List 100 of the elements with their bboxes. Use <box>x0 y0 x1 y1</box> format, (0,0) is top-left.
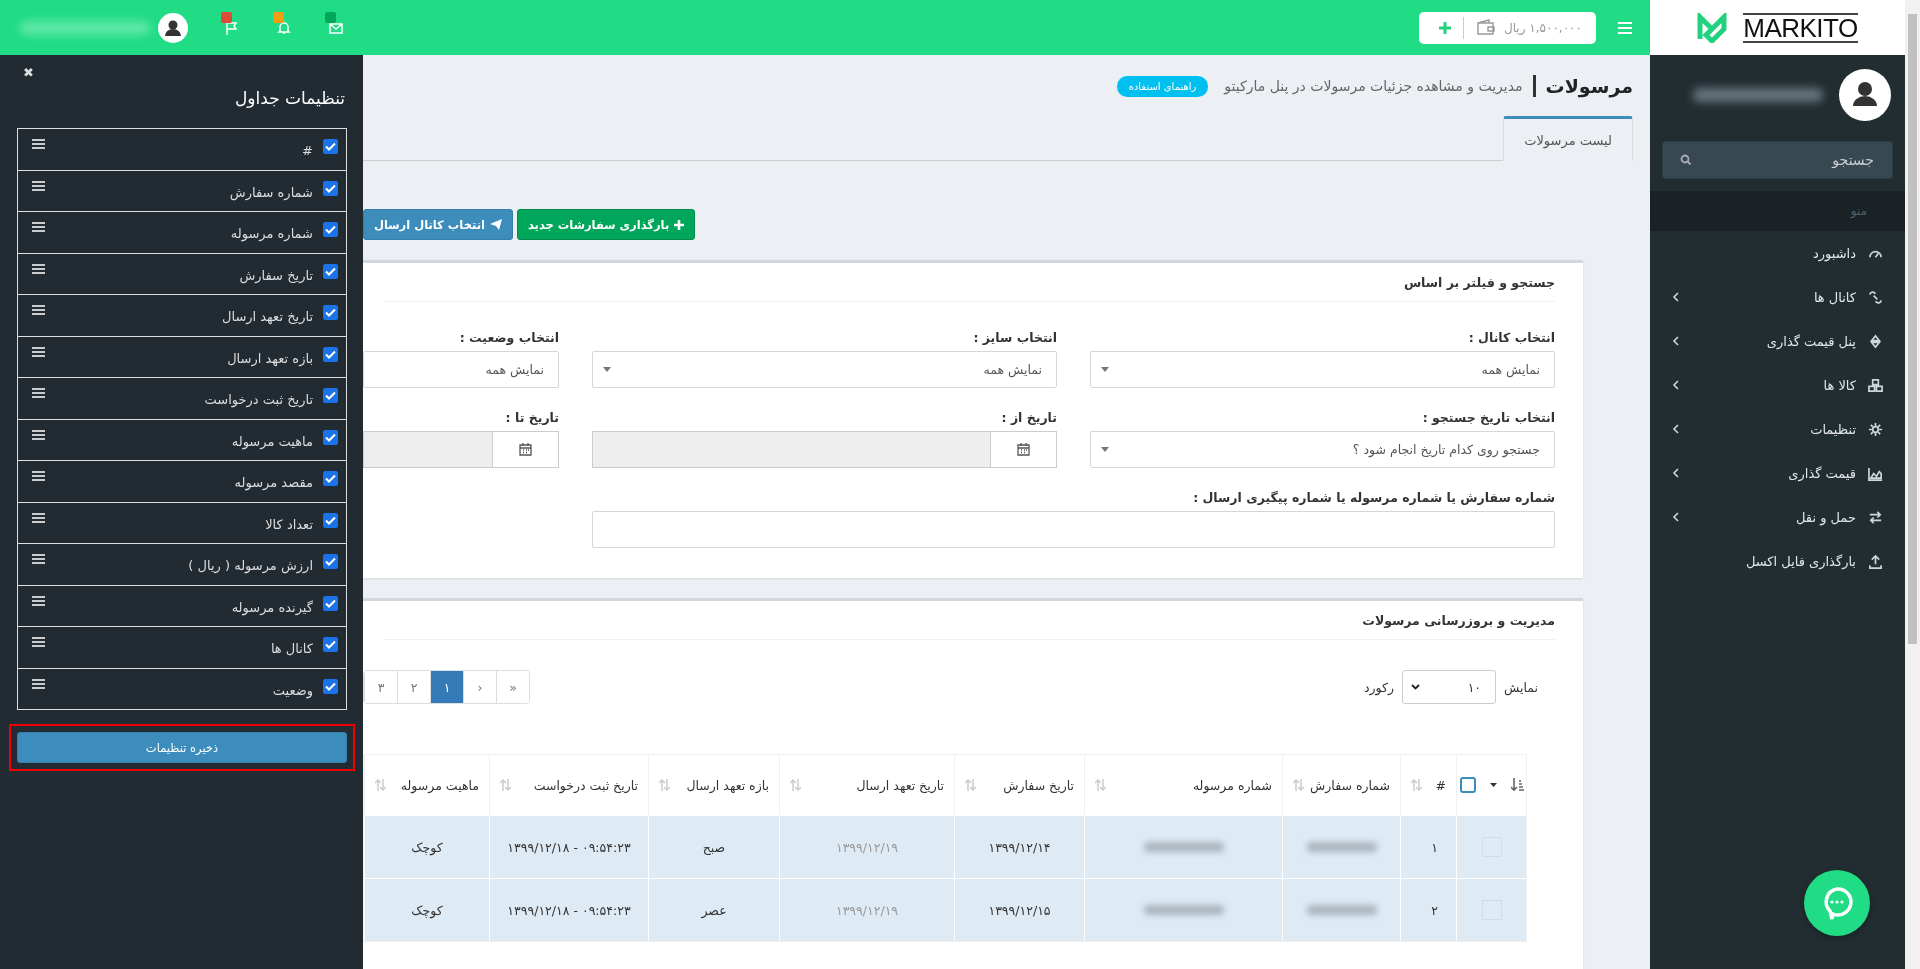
avatar-icon[interactable] <box>158 12 188 43</box>
calendar-button[interactable] <box>990 431 1057 468</box>
column-option[interactable]: شماره مرسوله <box>18 212 346 254</box>
checkbox[interactable] <box>323 678 338 694</box>
drag-handle-icon[interactable] <box>32 139 45 149</box>
column-option[interactable]: ارزش مرسوله ( ریال ) <box>18 544 346 586</box>
drag-handle-icon[interactable] <box>32 180 45 191</box>
checkbox[interactable] <box>323 554 338 569</box>
column-option[interactable]: وضعیت <box>18 668 346 709</box>
sort-icon <box>1411 779 1422 791</box>
chevron-down-icon <box>1411 684 1421 690</box>
card-title: جستجو و فیلتر بر اساس <box>1403 274 1555 290</box>
column-option[interactable]: مقصد مرسوله <box>18 461 346 503</box>
field-label: تاریخ از : <box>1000 410 1057 425</box>
drag-handle-icon[interactable] <box>32 388 45 398</box>
cubes-icon <box>1868 377 1883 393</box>
tab[interactable]: لیست مرسولات <box>1503 116 1633 161</box>
wallet-icon <box>1475 19 1496 36</box>
checkbox[interactable] <box>323 346 338 362</box>
table-cell: ۱۳۹۹/۱۲/۱۹ <box>835 902 899 918</box>
page-link[interactable]: « <box>496 671 529 703</box>
channel-button[interactable]: انتخاب کانال ارسال <box>363 209 513 240</box>
drag-handle-icon[interactable] <box>32 346 45 357</box>
gear-icon <box>1868 421 1883 437</box>
checkbox[interactable] <box>323 471 338 486</box>
column-option[interactable]: تاریخ تعهد ارسال <box>18 295 346 337</box>
sort-icon <box>375 779 386 791</box>
column-option[interactable]: بازه تعهد ارسال <box>18 336 346 378</box>
link-icon <box>1868 289 1883 305</box>
calendar-button[interactable] <box>492 431 559 468</box>
sort-icon <box>1293 779 1304 791</box>
exchange-icon <box>1868 509 1883 525</box>
checkbox[interactable] <box>323 180 338 196</box>
checkbox[interactable] <box>323 595 338 611</box>
balance: ۱,۵۰۰,۰۰۰ ریال <box>1503 20 1582 35</box>
checkbox[interactable] <box>323 222 338 237</box>
drag-handle-icon[interactable] <box>32 637 45 647</box>
select-field[interactable]: جستجو روی کدام تاریخ انجام شود ؟ <box>1090 431 1555 468</box>
table-cell: کوچک <box>411 902 443 918</box>
drag-handle-icon[interactable] <box>32 305 45 315</box>
checkbox[interactable] <box>323 388 338 403</box>
column-option[interactable]: # <box>18 129 346 171</box>
sidebar-item[interactable]: کالا ها <box>1650 363 1905 407</box>
flag-icon[interactable] <box>224 19 240 36</box>
drag-handle-icon[interactable] <box>32 429 45 440</box>
sidebar-item[interactable]: بارگذاری فایل اکسل <box>1650 539 1905 583</box>
search-icon[interactable] <box>1680 154 1692 166</box>
table-cell: ۱۳۹۹/۱۲/۱۹ <box>835 839 899 855</box>
input-field[interactable]: نمایش همه <box>363 351 559 388</box>
caret-icon <box>1101 447 1109 452</box>
date-field[interactable] <box>592 431 990 468</box>
drag-handle-icon[interactable] <box>32 471 45 481</box>
column-option[interactable]: شماره سفارش <box>18 170 346 212</box>
sidebar-item[interactable]: حمل و نقل <box>1650 495 1905 539</box>
sort-icon <box>1868 333 1883 349</box>
close-button[interactable]: ✖ <box>23 65 34 80</box>
caret-icon <box>603 367 611 372</box>
checkbox[interactable] <box>323 637 338 652</box>
sort-icon <box>965 779 976 791</box>
drag-handle-icon[interactable] <box>32 263 45 274</box>
search-field[interactable]: جستجو <box>1662 141 1893 179</box>
checkbox[interactable] <box>323 512 338 528</box>
checkbox[interactable] <box>323 305 338 320</box>
drag-handle-icon[interactable] <box>32 512 45 523</box>
upload-icon <box>1868 553 1883 569</box>
plus-icon <box>674 219 685 230</box>
checkbox[interactable] <box>1459 777 1476 793</box>
sidebar-item[interactable]: پنل قیمت گذاری <box>1650 319 1905 363</box>
sidebar-item[interactable]: کانال ها <box>1650 275 1905 319</box>
page-size-select[interactable]: ۱۰ <box>1402 670 1497 704</box>
caret-icon[interactable] <box>1489 783 1497 787</box>
drag-handle-icon[interactable] <box>32 554 45 564</box>
drag-handle-icon[interactable] <box>32 595 45 606</box>
page-link[interactable]: ۱ <box>430 671 463 703</box>
show-label: نمایش <box>1504 679 1538 695</box>
area-chart-icon <box>1868 465 1883 481</box>
checkbox[interactable] <box>323 263 338 279</box>
input-field[interactable] <box>592 511 1555 548</box>
select-field[interactable]: نمایش همه <box>592 351 1057 388</box>
date-field[interactable] <box>363 431 492 468</box>
column-option[interactable]: تعداد کالا <box>18 502 346 544</box>
save-button[interactable]: ذخیره تنظیمات <box>17 732 347 763</box>
sidebar-item[interactable]: تنظیمات <box>1650 407 1905 451</box>
redacted-text <box>1306 905 1377 915</box>
menu-header: منو <box>1850 204 1867 218</box>
drag-handle-icon[interactable] <box>32 222 45 232</box>
drag-handle-icon[interactable] <box>32 678 45 689</box>
column-option[interactable]: گیرنده مرسوله <box>18 585 346 627</box>
column-option[interactable]: تاریخ ثبت درخواست <box>18 378 346 420</box>
sidebar-item[interactable]: داشبورد <box>1650 231 1905 275</box>
column-option[interactable]: کانال ها <box>18 627 346 669</box>
column-option[interactable]: ماهیت مرسوله <box>18 419 346 461</box>
scrollbar[interactable] <box>1905 0 1920 969</box>
column-option[interactable]: تاریخ سفارش <box>18 253 346 295</box>
checkbox[interactable] <box>323 429 338 445</box>
avatar-icon[interactable] <box>1839 69 1891 121</box>
sidebar-item[interactable]: قیمت گذاری <box>1650 451 1905 495</box>
sort-order-icon[interactable] <box>1510 778 1524 792</box>
checkbox[interactable] <box>323 139 338 154</box>
select-field[interactable]: نمایش همه <box>1090 351 1555 388</box>
